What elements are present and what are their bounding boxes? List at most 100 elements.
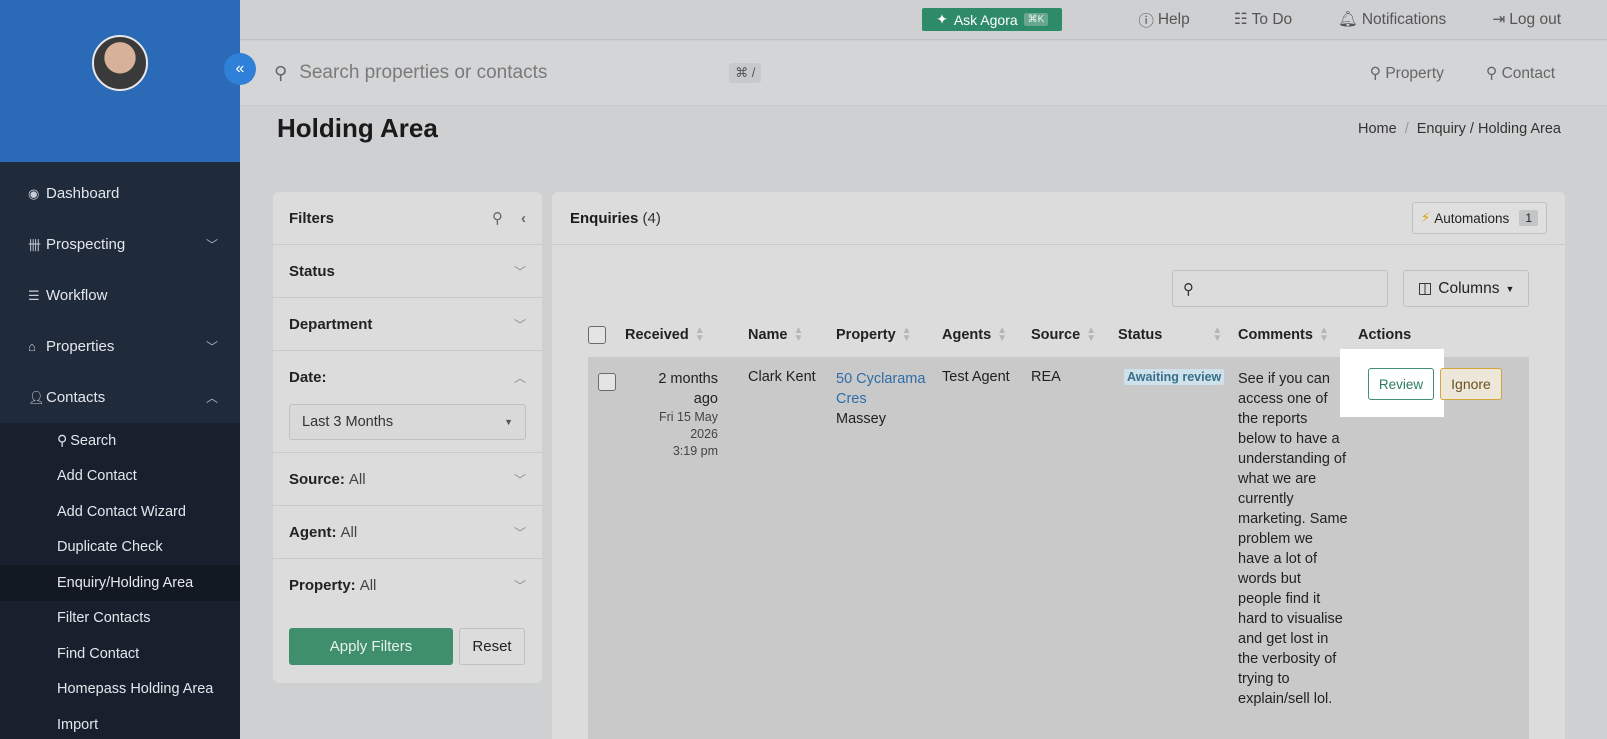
sidebar-item-contacts[interactable]: 👤︎ Contacts ︿ [0,372,240,423]
ignore-button[interactable]: Ignore [1440,368,1502,400]
apply-filters-button[interactable]: Apply Filters [289,628,453,665]
columns-icon: ◫ [1417,280,1433,297]
filter-label: Status [289,262,335,280]
search-input[interactable]: Search properties or contacts [299,62,729,84]
help-label: Help [1157,10,1190,28]
chevron-down-icon: ﹀ [513,472,526,487]
subnav-label: Import [57,716,99,733]
received-date: 2026 [690,427,718,441]
table-header: Received ▲ ▼ Name ▲ ▼ Property ▲ ▼ Agents ▲ ▼ So… [588,318,1529,352]
cell-comment: See if you can access one of the reports… [1238,371,1348,707]
sort-icon: ▲ ▼ [1318,325,1329,344]
avatar[interactable] [92,35,148,91]
sort-icon: ▲ ▼ [694,325,705,344]
search-contact-link[interactable]: ⚲ Contact [1486,64,1555,83]
sort-icon: ▲ ▼ [793,325,804,344]
subnav-label: Homepass Holding Area [57,681,214,698]
search-icon[interactable]: ⚲ [492,209,503,227]
filter-label: Date: [289,369,327,386]
filter-agent[interactable]: Agent: All ﹀ [273,506,542,559]
todo-label: To Do [1251,10,1293,28]
subnav-item-import[interactable]: Import [0,707,240,739]
reset-button[interactable]: Reset [459,628,525,665]
automations-count-badge: 1 [1519,210,1538,226]
chevron-down-icon: ﹀ [205,340,218,354]
help-link[interactable]: ⓘ Help [1138,9,1189,31]
cell-received: 2 months ago Fri 15 May 2026 3:19 pm [643,369,718,460]
subnav-label: Search [70,432,117,449]
todo-link[interactable]: ☷ To Do [1234,10,1292,29]
breadcrumb-home[interactable]: Home [1358,121,1397,137]
subnav-label: Add Contact [57,468,137,485]
filter-status[interactable]: Status ﹀ [273,245,542,298]
search-property-link[interactable]: ⚲ Property [1370,64,1444,83]
filter-date-header[interactable]: Date: ︿ [273,351,542,404]
collapse-sidebar-button[interactable]: « [224,53,256,85]
filter-date: Date: ︿ Last 3 Months ▼ [273,351,542,453]
subnav-item-add-contact-wizard[interactable]: Add Contact Wizard [0,494,240,530]
status-badge: Awaiting review [1124,369,1225,385]
subnav-label: Find Contact [57,645,140,662]
column-header-source[interactable]: Source ▲ ▼ [1031,326,1096,344]
date-range-select[interactable]: Last 3 Months ▼ [289,404,526,440]
subnav-label: Add Contact Wizard [57,503,186,520]
enquiries-title: Enquiries (4) [570,210,661,227]
review-button[interactable]: Review [1368,368,1434,400]
subnav-item-enquiry-holding-area[interactable]: Enquiry/Holding Area [0,565,240,601]
row-checkbox[interactable] [598,373,616,391]
column-header-comments[interactable]: Comments ▲ ▼ [1238,325,1329,344]
subnav-item-find-contact[interactable]: Find Contact [0,636,240,672]
workflow-icon: ☰ [28,287,40,303]
sparkle-icon: ✦ [936,11,948,27]
column-header-agents[interactable]: Agents ▲ ▼ [942,326,1007,344]
chevron-down-icon: ﹀ [513,579,526,593]
subnav-item-homepass-holding-area[interactable]: Homepass Holding Area [0,672,240,708]
subnav-item-search[interactable]: ⚲ Search [0,423,240,459]
table-search-input[interactable]: ⚲ [1172,270,1388,307]
sidebar-item-prospecting[interactable]: 卌 Prospecting ﹀ [0,219,240,270]
search-icon: ⚲ [1369,64,1386,82]
sidebar-item-properties[interactable]: ⌂ Properties ﹀ [0,321,240,372]
property-line: Cres [836,391,867,407]
chevron-down-icon: ﹀ [205,238,218,252]
ask-agora-button[interactable]: ✦ Ask Agora ⌘K [922,8,1063,31]
checklist-icon: ☷ [1233,11,1248,28]
column-header-received[interactable]: Received ▲ ▼ [625,325,705,344]
column-header-name[interactable]: Name ▲ ▼ [748,325,804,344]
column-label: Status [1118,327,1163,343]
info-icon: ⓘ [1138,12,1154,30]
logout-link[interactable]: ⇥ Log out [1492,10,1561,29]
global-search-bar[interactable]: ⚲ Search properties or contacts ⌘ / ⚲ Pr… [240,41,1607,106]
filter-department[interactable]: Department ﹀ [273,298,542,351]
sidebar-header [0,0,240,162]
subnav-item-add-contact[interactable]: Add Contact [0,459,240,495]
cell-property: 50 Cyclarama Cres Massey [836,369,925,429]
filter-property[interactable]: Property: All ﹀ [273,559,542,612]
bell-icon: 🔔︎ [1338,11,1358,28]
property-link[interactable]: 50 Cyclarama Cres [836,369,925,409]
cell-source: REA [1031,369,1061,385]
columns-label: Columns [1438,279,1500,297]
breadcrumb-current: Enquiry / Holding Area [1416,121,1561,137]
subnav-item-duplicate-check[interactable]: Duplicate Check [0,530,240,566]
notifications-link[interactable]: 🔔︎ Notifications [1338,10,1446,29]
chevron-left-icon[interactable]: ‹ [521,210,526,227]
lightning-icon: ⚡︎ [1420,210,1431,225]
sidebar-item-workflow[interactable]: ☰ Workflow [0,270,240,321]
logout-label: Log out [1509,10,1561,28]
table-tools: ⚲ ◫ Columns ▼ [1172,270,1529,307]
chevron-down-icon: ﹀ [513,264,526,279]
filter-source[interactable]: Source: All ﹀ [273,453,542,506]
column-label: Agents [942,327,992,343]
automations-button[interactable]: ⚡︎ Automations 1 [1411,202,1547,234]
select-all-checkbox[interactable] [588,326,606,344]
column-header-property[interactable]: Property ▲ ▼ [836,326,912,344]
column-header-status[interactable]: Status ▲ ▼ [1118,326,1222,344]
search-icon: ⚲ [1485,64,1502,82]
filters-header: Filters ⚲ ‹ [273,192,542,245]
subnav-item-filter-contacts[interactable]: Filter Contacts [0,601,240,637]
filter-label: Property: [289,577,356,594]
property-line: 50 Cyclarama [836,371,926,387]
columns-button[interactable]: ◫ Columns ▼ [1403,270,1529,307]
sidebar-item-dashboard[interactable]: ◉ Dashboard [0,168,240,219]
